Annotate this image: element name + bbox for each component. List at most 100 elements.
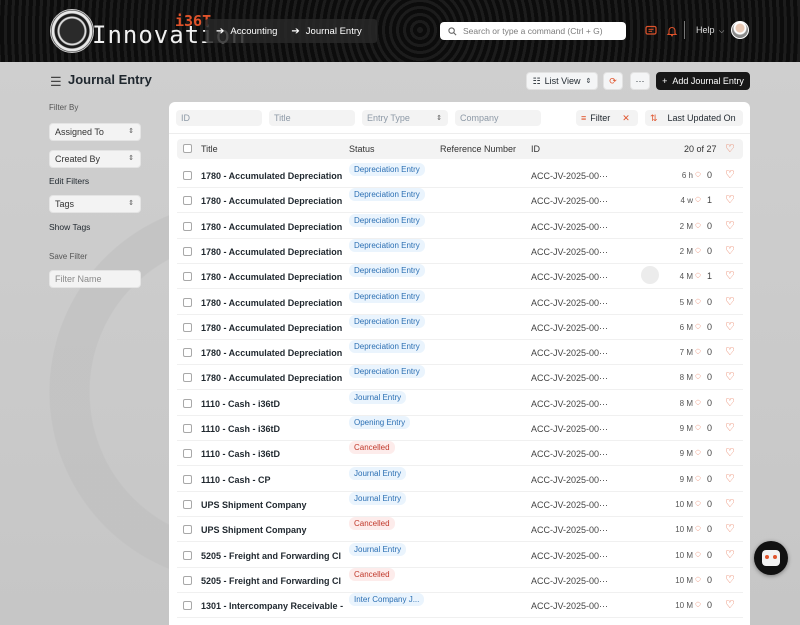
heart-icon[interactable]: ♡ (725, 548, 735, 561)
row-checkbox[interactable] (183, 297, 192, 307)
row-checkbox[interactable] (183, 373, 192, 383)
row-title[interactable]: 1780 - Accumulated Depreciation (201, 272, 343, 282)
list-row[interactable]: 1780 - Accumulated Depreciation Depreciat… (177, 340, 743, 366)
bell-icon[interactable] (665, 24, 679, 38)
row-checkbox[interactable] (183, 398, 192, 408)
close-icon[interactable]: ✕ (622, 113, 630, 124)
row-checkbox[interactable] (183, 322, 192, 332)
row-checkbox[interactable] (183, 424, 192, 433)
row-title[interactable]: 1780 - Accumulated Depreciation (201, 196, 343, 206)
chat-icon[interactable] (644, 24, 658, 38)
list-row[interactable]: UPS Shipment Company Journal Entry ACC-JV-… (177, 491, 743, 517)
created-by-select[interactable]: Created By ⇕ (49, 150, 141, 168)
row-title[interactable]: 1780 - Accumulated Depreciation (201, 348, 343, 358)
row-title[interactable]: 1780 - Accumulated Depreciation (201, 247, 343, 257)
breadcrumb-item-accounting[interactable]: ➔ Accounting (216, 26, 277, 37)
heart-icon[interactable]: ♡ (725, 370, 735, 383)
menu-toggle-icon[interactable]: ☰ (50, 74, 62, 90)
row-title[interactable]: UPS Shipment Company (201, 525, 343, 535)
tags-select[interactable]: Tags ⇕ (49, 195, 141, 213)
sort-button[interactable]: ⇅ Last Updated On (645, 110, 743, 126)
refresh-button[interactable]: ⟳ (603, 72, 623, 90)
list-row[interactable]: 1780 - Accumulated Depreciation Depreciat… (177, 163, 743, 188)
row-title[interactable]: 1780 - Accumulated Depreciation (201, 298, 343, 308)
company-filter-input[interactable]: Company (455, 110, 541, 126)
add-journal-entry-button[interactable]: + Add Journal Entry (656, 72, 750, 90)
assigned-to-select[interactable]: Assigned To ⇕ (49, 123, 141, 141)
list-row[interactable]: 1780 - Accumulated Depreciation Depreciat… (177, 264, 743, 290)
row-title[interactable]: 5205 - Freight and Forwarding Cl (201, 551, 343, 561)
list-row[interactable]: 1780 - Accumulated Depreciation Depreciat… (177, 365, 743, 391)
row-title[interactable]: 1780 - Accumulated Depreciation (201, 323, 343, 333)
heart-icon[interactable]: ♡ (725, 472, 735, 485)
heart-icon[interactable]: ♡ (725, 168, 735, 181)
list-row[interactable]: 1780 - Accumulated Depreciation Depreciat… (177, 238, 743, 264)
id-filter-input[interactable]: ID (176, 110, 262, 126)
row-checkbox[interactable] (183, 601, 192, 611)
row-title[interactable]: 1110 - Cash - CP (201, 475, 343, 485)
list-row[interactable]: 1110 - Cash - i36tD Journal Entry ACC-JV-2… (177, 390, 743, 416)
app-logo[interactable]: Innovation i36T (50, 9, 246, 53)
list-view-selector[interactable]: ☷ List View ⇕ (526, 72, 598, 90)
list-row[interactable]: 1110 - Cash - i36tD Cancelled ACC-JV-2025-… (177, 441, 743, 467)
filter-name-input[interactable]: Filter Name (49, 270, 141, 288)
row-checkbox[interactable] (183, 246, 192, 256)
row-checkbox[interactable] (183, 525, 192, 535)
column-title[interactable]: Title (201, 144, 218, 154)
heart-icon[interactable]: ♡ (725, 244, 735, 257)
list-row[interactable]: 5205 - Freight and Forwarding Cl Journal … (177, 542, 743, 568)
breadcrumb-item-journal-entry[interactable]: ➔ Journal Entry (291, 26, 361, 37)
row-title[interactable]: 1110 - Cash - i36tD (201, 424, 343, 434)
list-row[interactable]: 1780 - Accumulated Depreciation Depreciat… (177, 213, 743, 239)
row-checkbox[interactable] (183, 575, 192, 585)
title-filter-input[interactable]: Title (269, 110, 355, 126)
heart-icon[interactable]: ♡ (725, 295, 735, 308)
heart-icon[interactable]: ♡ (725, 193, 735, 206)
assistant-bot-button[interactable] (754, 541, 788, 575)
select-all-checkbox[interactable] (183, 144, 192, 153)
heart-icon[interactable]: ♡ (725, 142, 735, 155)
edit-filters-link[interactable]: Edit Filters (49, 176, 89, 186)
heart-icon[interactable]: ♡ (725, 219, 735, 232)
row-checkbox[interactable] (183, 449, 192, 459)
list-row[interactable]: 1780 - Accumulated Depreciation Depreciat… (177, 188, 743, 214)
heart-icon[interactable]: ♡ (725, 320, 735, 333)
heart-icon[interactable]: ♡ (725, 497, 735, 510)
column-status[interactable]: Status (349, 144, 375, 154)
show-tags-link[interactable]: Show Tags (49, 222, 90, 232)
list-row[interactable]: 5205 - Freight and Forwarding Cl Cancelle… (177, 567, 743, 593)
list-row[interactable]: 1780 - Accumulated Depreciation Depreciat… (177, 314, 743, 340)
sort-order-icon[interactable]: ⇅ (650, 113, 658, 124)
row-checkbox[interactable] (183, 474, 192, 484)
row-checkbox[interactable] (183, 550, 192, 560)
list-row[interactable]: 1110 - Cash - i36tD Opening Entry ACC-JV-2… (177, 416, 743, 441)
row-title[interactable]: UPS Shipment Company (201, 500, 343, 510)
row-title[interactable]: 1301 - Intercompany Receivable - (201, 601, 343, 611)
heart-icon[interactable]: ♡ (725, 522, 735, 535)
row-title[interactable]: 1780 - Accumulated Depreciation (201, 222, 343, 232)
search-input[interactable]: Search or type a command (Ctrl + G) (440, 22, 626, 40)
list-row[interactable]: 1110 - Cash - CP Journal Entry ACC-JV-2025… (177, 466, 743, 492)
filter-button[interactable]: ≡ Filter ✕ (576, 110, 638, 126)
row-title[interactable]: 1110 - Cash - i36tD (201, 449, 343, 459)
heart-icon[interactable]: ♡ (725, 396, 735, 409)
row-checkbox[interactable] (183, 221, 192, 231)
row-title[interactable]: 5205 - Freight and Forwarding Cl (201, 576, 343, 586)
row-title[interactable]: 1110 - Cash - i36tD (201, 399, 343, 409)
row-title[interactable]: 1780 - Accumulated Depreciation (201, 171, 343, 181)
list-row[interactable]: 1301 - Intercompany Receivable - Inter Co… (177, 593, 743, 619)
avatar[interactable] (731, 21, 749, 39)
row-checkbox[interactable] (183, 348, 192, 358)
list-row[interactable]: UPS Shipment Company Cancelled ACC-JV-2025… (177, 517, 743, 543)
heart-icon[interactable]: ♡ (725, 446, 735, 459)
column-reference-number[interactable]: Reference Number (440, 144, 516, 154)
entry-type-select[interactable]: Entry Type ⇕ (362, 110, 448, 126)
heart-icon[interactable]: ♡ (725, 598, 735, 611)
heart-icon[interactable]: ♡ (725, 345, 735, 358)
row-checkbox[interactable] (183, 272, 192, 282)
row-checkbox[interactable] (183, 499, 192, 509)
column-id[interactable]: ID (531, 144, 540, 154)
row-checkbox[interactable] (183, 171, 192, 180)
heart-icon[interactable]: ♡ (725, 421, 735, 434)
list-row[interactable]: 1780 - Accumulated Depreciation Depreciat… (177, 289, 743, 315)
